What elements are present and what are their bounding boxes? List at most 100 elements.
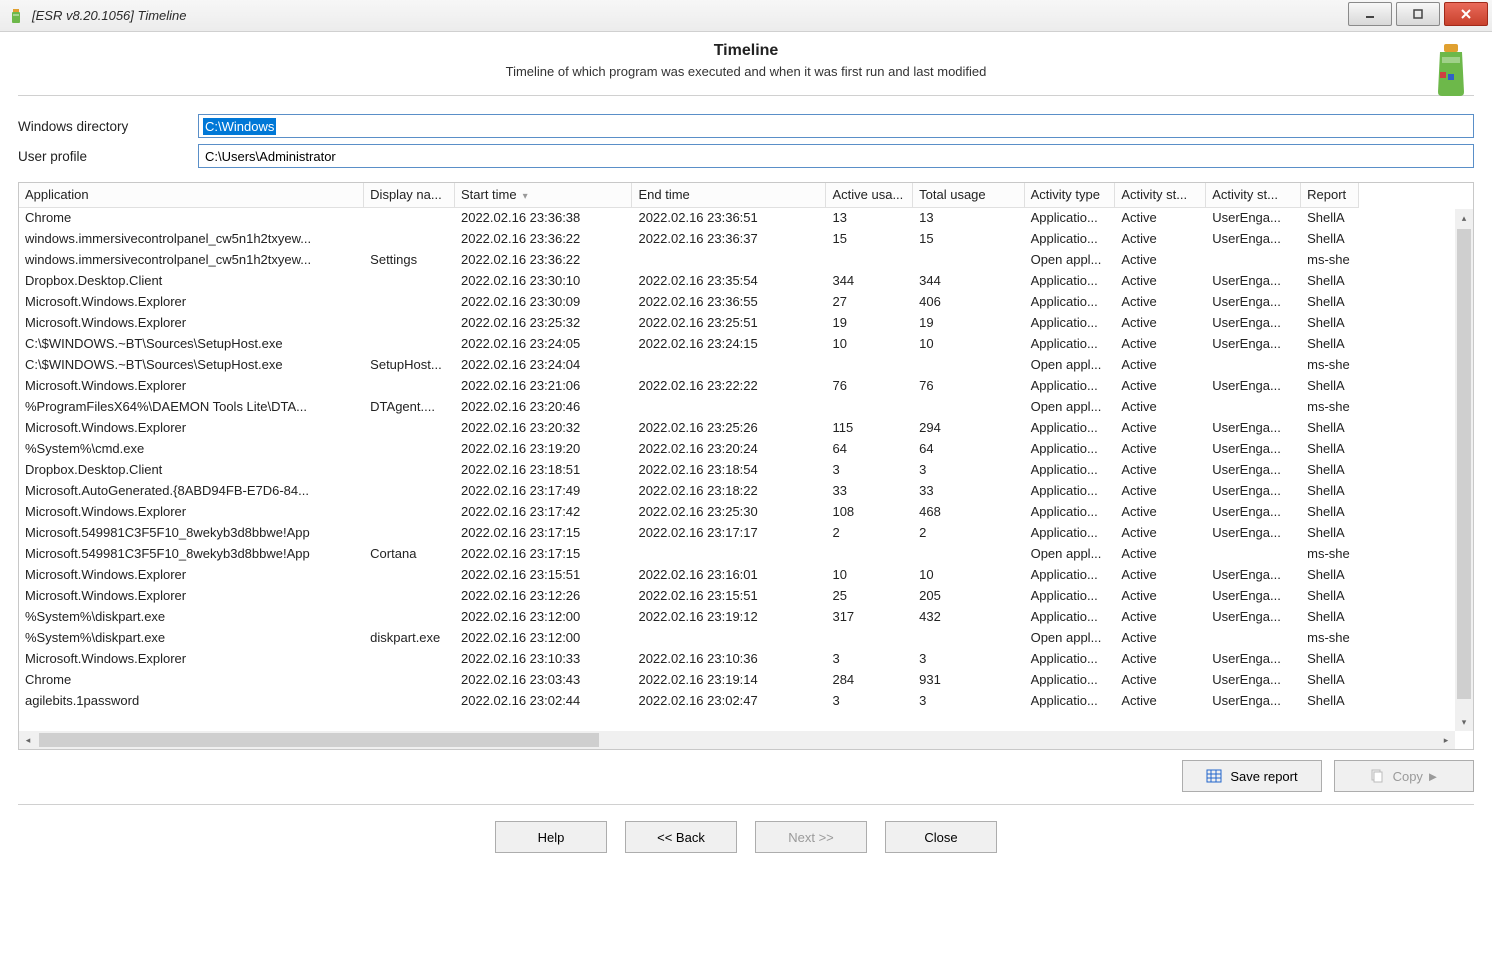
cell-atype: Applicatio... xyxy=(1024,417,1115,438)
table-row[interactable]: Microsoft.AutoGenerated.{8ABD94FB-E7D6-8… xyxy=(19,480,1359,501)
table-row[interactable]: Microsoft.Windows.Explorer2022.02.16 23:… xyxy=(19,375,1359,396)
cell-disp: Settings xyxy=(364,249,455,270)
cell-report: ms-she xyxy=(1301,543,1359,564)
column-header-end[interactable]: End time xyxy=(632,183,826,207)
cell-active: 33 xyxy=(826,480,913,501)
column-header-start[interactable]: Start time xyxy=(454,183,631,207)
table-row[interactable]: C:\$WINDOWS.~BT\Sources\SetupHost.exeSet… xyxy=(19,354,1359,375)
scroll-down-icon[interactable]: ▾ xyxy=(1455,713,1473,731)
cell-report: ShellA xyxy=(1301,690,1359,711)
table-row[interactable]: C:\$WINDOWS.~BT\Sources\SetupHost.exe202… xyxy=(19,333,1359,354)
table-row[interactable]: Dropbox.Desktop.Client2022.02.16 23:18:5… xyxy=(19,459,1359,480)
column-header-disp[interactable]: Display na... xyxy=(364,183,455,207)
cell-start: 2022.02.16 23:21:06 xyxy=(454,375,631,396)
cell-app: windows.immersivecontrolpanel_cw5n1h2txy… xyxy=(19,228,364,249)
table-row[interactable]: Microsoft.Windows.Explorer2022.02.16 23:… xyxy=(19,585,1359,606)
cell-astatus: Active xyxy=(1115,543,1206,564)
table-row[interactable]: windows.immersivecontrolpanel_cw5n1h2txy… xyxy=(19,249,1359,270)
column-header-astatus[interactable]: Activity st... xyxy=(1115,183,1206,207)
column-header-astatus2[interactable]: Activity st... xyxy=(1206,183,1301,207)
table-row[interactable]: Microsoft.Windows.Explorer2022.02.16 23:… xyxy=(19,417,1359,438)
user-profile-input[interactable] xyxy=(198,144,1474,168)
cell-disp: SetupHost... xyxy=(364,354,455,375)
close-window-button[interactable] xyxy=(1444,2,1488,26)
next-button[interactable]: Next >> xyxy=(755,821,867,853)
cell-disp xyxy=(364,606,455,627)
column-header-app[interactable]: Application xyxy=(19,183,364,207)
cell-total: 15 xyxy=(913,228,1024,249)
vertical-scrollbar[interactable]: ▴ ▾ xyxy=(1455,209,1473,731)
cell-astatus: Active xyxy=(1115,648,1206,669)
column-header-total[interactable]: Total usage xyxy=(913,183,1024,207)
cell-active: 108 xyxy=(826,501,913,522)
cell-report: ms-she xyxy=(1301,627,1359,648)
cell-astatus: Active xyxy=(1115,270,1206,291)
copy-button[interactable]: Copy ► xyxy=(1334,760,1474,792)
cell-total xyxy=(913,354,1024,375)
close-button[interactable]: Close xyxy=(885,821,997,853)
cell-astatus2: UserEnga... xyxy=(1206,228,1301,249)
table-row[interactable]: %System%\diskpart.exe2022.02.16 23:12:00… xyxy=(19,606,1359,627)
cell-start: 2022.02.16 23:20:46 xyxy=(454,396,631,417)
cell-disp xyxy=(364,501,455,522)
cell-atype: Applicatio... xyxy=(1024,438,1115,459)
table-row[interactable]: agilebits.1password2022.02.16 23:02:4420… xyxy=(19,690,1359,711)
table-row[interactable]: windows.immersivecontrolpanel_cw5n1h2txy… xyxy=(19,228,1359,249)
windows-directory-input[interactable]: C:\Windows xyxy=(198,114,1474,138)
table-row[interactable]: Microsoft.Windows.Explorer 2022.02.16 23:… xyxy=(19,501,1359,522)
minimize-button[interactable] xyxy=(1348,2,1392,26)
cell-end: 2022.02.16 23:15:51 xyxy=(632,585,826,606)
cell-astatus: Active xyxy=(1115,501,1206,522)
table-row[interactable]: Microsoft.549981C3F5F10_8wekyb3d8bbwe!Ap… xyxy=(19,522,1359,543)
cell-atype: Applicatio... xyxy=(1024,690,1115,711)
timeline-table: ApplicationDisplay na...Start timeEnd ti… xyxy=(18,182,1474,750)
cell-disp: diskpart.exe xyxy=(364,627,455,648)
cell-total: 76 xyxy=(913,375,1024,396)
cell-end: 2022.02.16 23:25:51 xyxy=(632,312,826,333)
scroll-left-icon[interactable]: ◂ xyxy=(19,731,37,749)
cell-app: Microsoft.Windows.Explorer xyxy=(19,501,364,522)
cell-astatus: Active xyxy=(1115,249,1206,270)
cell-start: 2022.02.16 23:17:42 xyxy=(454,501,631,522)
scroll-up-icon[interactable]: ▴ xyxy=(1455,209,1473,227)
cell-report: ShellA xyxy=(1301,501,1359,522)
cell-astatus: Active xyxy=(1115,606,1206,627)
table-row[interactable]: %System%\diskpart.exediskpart.exe2022.02… xyxy=(19,627,1359,648)
help-button[interactable]: Help xyxy=(495,821,607,853)
save-report-button[interactable]: Save report xyxy=(1182,760,1322,792)
cell-disp xyxy=(364,270,455,291)
app-logo-icon xyxy=(1428,42,1474,98)
table-row[interactable]: Microsoft.Windows.Explorer2022.02.16 23:… xyxy=(19,648,1359,669)
cell-app: Dropbox.Desktop.Client xyxy=(19,459,364,480)
table-row[interactable]: Dropbox.Desktop.Client2022.02.16 23:30:1… xyxy=(19,270,1359,291)
cell-end: 2022.02.16 23:36:37 xyxy=(632,228,826,249)
cell-app: Microsoft.AutoGenerated.{8ABD94FB-E7D6-8… xyxy=(19,480,364,501)
titlebar: [ESR v8.20.1056] Timeline xyxy=(0,0,1492,32)
cell-atype: Applicatio... xyxy=(1024,207,1115,228)
cell-astatus2: UserEnga... xyxy=(1206,270,1301,291)
back-button[interactable]: << Back xyxy=(625,821,737,853)
maximize-button[interactable] xyxy=(1396,2,1440,26)
scroll-thumb[interactable] xyxy=(1457,229,1471,699)
table-row[interactable]: Chrome2022.02.16 23:36:382022.02.16 23:3… xyxy=(19,207,1359,228)
column-header-atype[interactable]: Activity type xyxy=(1024,183,1115,207)
table-row[interactable]: Microsoft.Windows.Explorer2022.02.16 23:… xyxy=(19,291,1359,312)
horizontal-scrollbar[interactable]: ◂ ▸ xyxy=(19,731,1455,749)
cell-end: 2022.02.16 23:36:51 xyxy=(632,207,826,228)
column-header-active[interactable]: Active usa... xyxy=(826,183,913,207)
scroll-right-icon[interactable]: ▸ xyxy=(1437,731,1455,749)
cell-app: %System%\cmd.exe xyxy=(19,438,364,459)
table-row[interactable]: Chrome2022.02.16 23:03:432022.02.16 23:1… xyxy=(19,669,1359,690)
cell-atype: Applicatio... xyxy=(1024,459,1115,480)
cell-disp xyxy=(364,375,455,396)
table-row[interactable]: Microsoft.Windows.Explorer2022.02.16 23:… xyxy=(19,312,1359,333)
table-row[interactable]: Microsoft.Windows.Explorer2022.02.16 23:… xyxy=(19,564,1359,585)
scroll-thumb-h[interactable] xyxy=(39,733,599,747)
column-header-report[interactable]: Report xyxy=(1301,183,1359,207)
cell-start: 2022.02.16 23:36:22 xyxy=(454,249,631,270)
table-row[interactable]: Microsoft.549981C3F5F10_8wekyb3d8bbwe!Ap… xyxy=(19,543,1359,564)
table-row[interactable]: %System%\cmd.exe2022.02.16 23:19:202022.… xyxy=(19,438,1359,459)
cell-total: 10 xyxy=(913,564,1024,585)
cell-disp xyxy=(364,522,455,543)
table-row[interactable]: %ProgramFilesX64%\DAEMON Tools Lite\DTA.… xyxy=(19,396,1359,417)
